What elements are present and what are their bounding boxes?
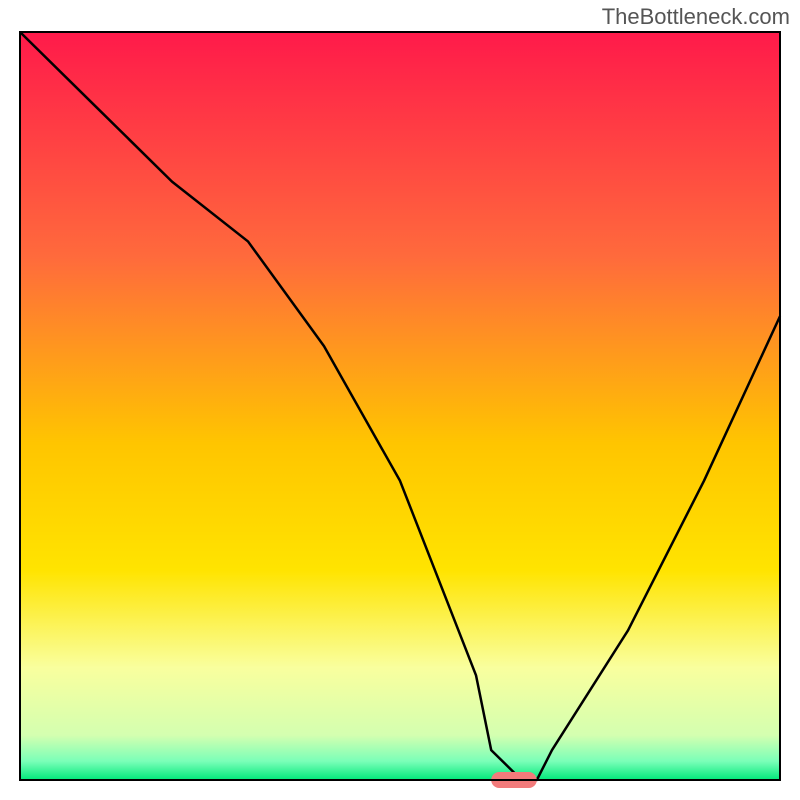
chart-svg: [0, 0, 800, 800]
bottleneck-chart: TheBottleneck.com: [0, 0, 800, 800]
watermark-text: TheBottleneck.com: [602, 4, 790, 30]
